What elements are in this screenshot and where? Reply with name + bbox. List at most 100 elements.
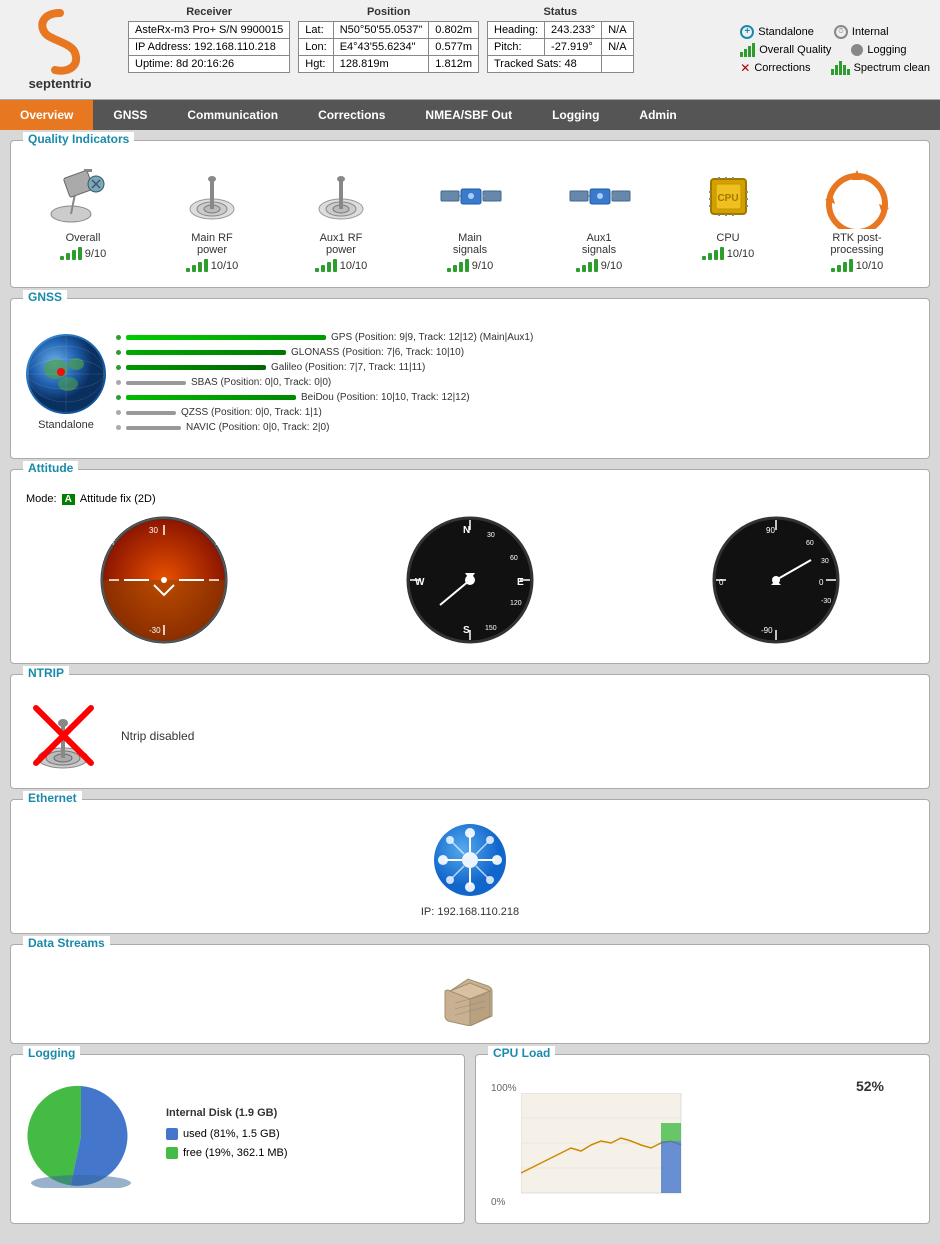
standalone-label: Standalone [38, 419, 94, 431]
free-color-dot [166, 1147, 178, 1159]
svg-text:90: 90 [766, 526, 775, 535]
logging-label: Logging [867, 44, 906, 56]
attitude-mode: Mode: A Attitude fix (2D) [26, 493, 914, 505]
ntrip-icon [26, 698, 101, 773]
pos-lat-label: Lat: [299, 22, 333, 39]
pos-lon-err: 0.577m [429, 39, 479, 56]
used-color-dot [166, 1128, 178, 1140]
table-row: Uptime: 8d 20:16:26 [129, 56, 290, 73]
qi-overall: Overall 9/10 [43, 164, 123, 272]
corrections-indicator: ✕ Corrections [740, 61, 810, 75]
header: septentrio Receiver AsteRx-m3 Pro+ S/N 9… [0, 0, 940, 100]
header-data: Receiver AsteRx-m3 Pro+ S/N 9900015 IP A… [120, 0, 730, 99]
qi-main-rf-icon [172, 164, 252, 229]
receiver-table: AsteRx-m3 Pro+ S/N 9900015 IP Address: 1… [128, 21, 290, 73]
position-section: Position Lat: N50°50'55.0537" 0.802m Lon… [298, 6, 479, 93]
ethernet-title: Ethernet [23, 791, 82, 805]
data-streams-section: Data Streams [10, 944, 930, 1044]
svg-text:60: 60 [510, 555, 518, 562]
qi-main-rf-label: Main RFpower [191, 232, 233, 256]
beidou-signal: BeiDou (Position: 10|10, Track: 12|12) [116, 392, 914, 403]
ethernet-icon [433, 823, 508, 901]
nav-nmea[interactable]: NMEA/SBF Out [405, 100, 532, 130]
gnss-title: GNSS [23, 290, 67, 304]
qi-main-signals-score: 9/10 [447, 259, 493, 272]
svg-text:150: 150 [485, 625, 497, 632]
cpu-min-label: 0% [491, 1197, 505, 1208]
svg-text:0: 0 [719, 578, 724, 587]
logging-dot-icon [851, 44, 863, 56]
cpu-chart-svg [521, 1093, 721, 1213]
free-legend: free (19%, 362.1 MB) [166, 1147, 288, 1159]
qi-main-signals-label: Mainsignals [453, 232, 487, 256]
qi-aux1-signals-label: Aux1signals [582, 232, 616, 256]
sbas-label: SBAS (Position: 0|0, Track: 0|0) [191, 377, 331, 388]
qi-aux1-rf: Aux1 RFpower 10/10 [301, 164, 381, 272]
bottom-sections: Logging [10, 1054, 930, 1234]
qi-aux1-rf-icon [301, 164, 381, 229]
logo-text: septentrio [29, 76, 92, 91]
status-row-2: Overall Quality Logging [740, 43, 930, 57]
table-row: Tracked Sats: 48 [488, 56, 634, 73]
svg-text:T: T [111, 540, 116, 547]
qi-cpu-score: 10/10 [702, 247, 755, 260]
quality-label: Overall Quality [759, 44, 831, 56]
navigation: Overview GNSS Communication Corrections … [0, 100, 940, 130]
nav-communication[interactable]: Communication [167, 100, 298, 130]
standalone-indicator: + Standalone [740, 25, 814, 39]
qi-rtk-icon [817, 164, 897, 229]
cpu-percentage: 52% [856, 1078, 884, 1094]
svg-text:CPU: CPU [717, 193, 738, 204]
corrections-label: Corrections [754, 62, 810, 74]
svg-text:-30: -30 [821, 598, 831, 605]
main-content: Quality Indicators Overall [0, 130, 940, 1244]
pos-lon-label: Lon: [299, 39, 333, 56]
gps-signal: GPS (Position: 9|9, Track: 12|12) (Main|… [116, 332, 914, 343]
svg-text:-30: -30 [149, 626, 161, 635]
table-row: Hgt: 128.819m 1.812m [299, 56, 479, 73]
nav-corrections[interactable]: Corrections [298, 100, 405, 130]
nav-gnss[interactable]: GNSS [93, 100, 167, 130]
signal-bars-icon [315, 259, 337, 272]
quality-indicators-section: Quality Indicators Overall [10, 140, 930, 288]
svg-text:30: 30 [149, 526, 158, 535]
logging-title: Logging [23, 1046, 80, 1060]
beidou-label: BeiDou (Position: 10|10, Track: 12|12) [301, 392, 470, 403]
attitude-gauge-1: 30 -30 T T [99, 515, 229, 648]
signal-bars-icon [702, 247, 724, 260]
gnss-signals: GPS (Position: 9|9, Track: 12|12) (Main|… [116, 322, 914, 443]
navic-label: NAVIC (Position: 0|0, Track: 2|0) [186, 422, 329, 433]
tracked-empty [602, 56, 633, 73]
pitch-value: -27.919° [545, 39, 602, 56]
nav-logging[interactable]: Logging [532, 100, 619, 130]
navic-signal: NAVIC (Position: 0|0, Track: 2|0) [116, 422, 914, 433]
internal-indicator: ⏱ Internal [834, 25, 889, 39]
svg-text:N: N [463, 525, 470, 536]
status-row-1: + Standalone ⏱ Internal [740, 25, 930, 39]
signal-bars-icon [186, 259, 208, 272]
qi-aux1-rf-score: 10/10 [315, 259, 368, 272]
attitude-title: Attitude [23, 461, 78, 475]
spectrum-indicator: Spectrum clean [831, 61, 930, 75]
cpu-load-title: CPU Load [488, 1046, 555, 1060]
attitude-gauge-3: 90 -90 0 0 60 30 -30 [711, 515, 841, 648]
nav-overview[interactable]: Overview [0, 100, 93, 130]
quality-bars-icon [740, 43, 755, 57]
logging-content: Internal Disk (1.9 GB) used (81%, 1.5 GB… [21, 1063, 454, 1196]
ntrip-status: Ntrip disabled [121, 729, 194, 743]
attitude-fix-icon: A [62, 494, 75, 505]
qi-rtk: RTK post-processing 10/10 [817, 164, 897, 272]
nav-admin[interactable]: Admin [619, 100, 696, 130]
tracked-label: Tracked Sats: 48 [488, 56, 602, 73]
logging-indicator: Logging [851, 43, 906, 57]
signal-bars-icon [447, 259, 469, 272]
heading-label: Heading: [488, 22, 545, 39]
attitude-gauges: 30 -30 T T [26, 515, 914, 648]
logging-pie-chart [26, 1078, 146, 1191]
standalone-label: Standalone [758, 26, 814, 38]
qi-rtk-label: RTK post-processing [830, 232, 883, 256]
attitude-section: Attitude Mode: A Attitude fix (2D) [10, 469, 930, 664]
plus-circle-icon: + [740, 25, 754, 39]
qi-title: Quality Indicators [23, 132, 134, 146]
qi-rtk-score: 10/10 [831, 259, 884, 272]
